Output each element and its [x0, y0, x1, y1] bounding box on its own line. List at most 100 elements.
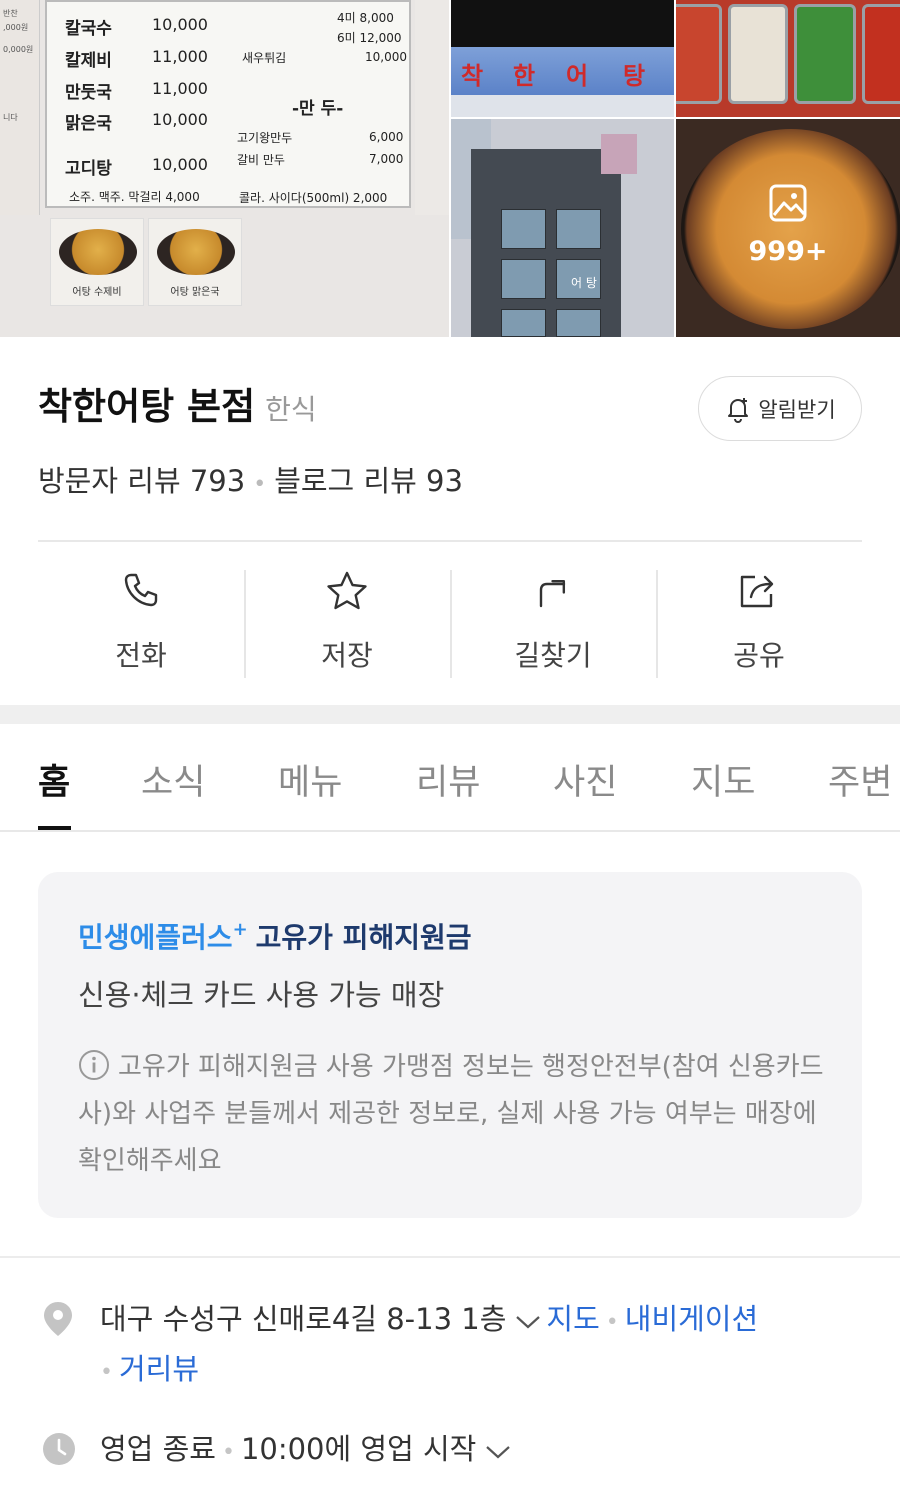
pot-caption: 어탕 맑은국 [170, 287, 220, 298]
menu-item-price: 11,000 [152, 47, 208, 66]
image-icon [769, 184, 807, 222]
map-link[interactable]: 지도 [546, 1302, 599, 1336]
side-dish-salad [728, 4, 788, 104]
menu-board: 칼국수 10,000 칼제비 11,000 만둣국 11,000 맑은국 10,… [45, 0, 411, 208]
photo-count-badge[interactable]: 999+ [740, 236, 836, 267]
menu-item-name: 고디탕 [65, 159, 112, 179]
side-dish-red [862, 4, 900, 104]
sign-char: 착 [461, 62, 484, 90]
tab-reviews[interactable]: 리뷰 [416, 754, 480, 805]
side-dish-kimchi [676, 4, 722, 104]
menu-item-name: 칼제비 [65, 51, 112, 71]
tab-bar: 홈 소식 메뉴 리뷰 사진 지도 주변 [0, 724, 900, 832]
tab-news[interactable]: 소식 [141, 754, 205, 805]
chevron-down-icon[interactable] [514, 1313, 542, 1331]
navigation-link[interactable]: 내비게이션 [625, 1302, 758, 1336]
bell-plus-icon [728, 397, 749, 423]
gallery-photo-menu[interactable]: 반찬 ,000원 0,000원 니다 칼국수 10,000 칼제비 11,000… [0, 0, 449, 337]
storefront-window [451, 95, 674, 117]
promo-fund-title: 고유가 피해지원금 [255, 921, 472, 954]
street-view-link[interactable]: 거리뷰 [119, 1352, 199, 1386]
tab-map[interactable]: 지도 [691, 754, 755, 805]
address-text[interactable]: 대구 수성구 신매로4길 8-13 1층 [100, 1302, 506, 1336]
alert-button-label: 알림받기 [758, 397, 836, 422]
menu-dumpling-name: 갈비 만두 [237, 153, 285, 167]
promo-title: 민생에플러스+ 고유가 피해지원금 [78, 916, 472, 956]
menu-side-poster: 반찬 ,000원 0,000원 니다 [0, 0, 40, 215]
star-icon [327, 571, 367, 610]
location-pin-icon [44, 1302, 72, 1336]
hours-row[interactable]: 영업 종료 • 10:00에 영업 시작 [100, 1426, 516, 1468]
sign-char: 탕 [623, 62, 646, 90]
alert-button[interactable]: 알림받기 [698, 376, 862, 441]
tab-home[interactable]: 홈 [38, 754, 70, 805]
menu-item-price: 11,000 [152, 79, 208, 98]
tab-nearby[interactable]: 주변 [828, 754, 892, 805]
menu-fried-shrimp-price: 10,000 [365, 50, 407, 64]
menu-dumpling-price: 6,000 [369, 130, 404, 144]
promo-brand: 민생에플러스 [78, 921, 233, 954]
directions-button[interactable]: 길찾기 [450, 570, 656, 678]
review-summary: 방문자 리뷰 793 • 블로그 리뷰 93 [38, 458, 463, 500]
section-gap [0, 705, 900, 724]
menu-item-price: 10,000 [152, 110, 208, 129]
info-icon [79, 1050, 109, 1080]
building-facade [471, 149, 621, 337]
gallery-photo-side-dishes[interactable] [676, 0, 900, 117]
directions-label: 길찾기 [514, 639, 592, 672]
divider [0, 1256, 900, 1258]
separator-dot: • [100, 1360, 113, 1385]
plus-icon: + [232, 919, 248, 940]
gallery-photo-stew[interactable] [676, 119, 900, 337]
menu-item-name: 맑은국 [65, 114, 112, 134]
gallery-photo-building[interactable]: 어 탕 [451, 119, 674, 337]
gallery-photo-storefront[interactable]: 착 한 어 탕 [451, 0, 674, 117]
place-title: 착한어탕 본점 한식 [38, 376, 317, 430]
tab-menu[interactable]: 메뉴 [278, 754, 342, 805]
save-button[interactable]: 저장 [244, 570, 450, 678]
menu-dumpling-name: 고기왕만두 [237, 131, 293, 145]
menu-pot-photo: 어탕 수제비 [50, 218, 144, 306]
menu-drinks: 소주. 맥주. 막걸리 4,000 [69, 190, 200, 204]
share-button[interactable]: 공유 [656, 570, 862, 678]
separator-dot: • [605, 1310, 619, 1335]
tab-photos[interactable]: 사진 [553, 754, 617, 805]
blurred-sign [601, 134, 637, 174]
place-category: 한식 [265, 393, 317, 426]
menu-item-name: 칼국수 [65, 19, 112, 39]
separator-dot: • [221, 1440, 235, 1465]
menu-item-price: 10,000 [152, 155, 208, 174]
separator-dot: • [253, 472, 267, 497]
share-label: 공유 [733, 639, 785, 672]
building-sign-label: 어 탕 [571, 276, 597, 290]
place-name: 착한어탕 본점 [38, 385, 256, 428]
action-bar: 전화 저장 길찾기 공유 [38, 570, 862, 678]
menu-soda: 콜라. 사이다(500ml) 2,000 [239, 191, 388, 205]
menu-fried-price: 6미 12,000 [337, 31, 402, 45]
active-tab-indicator [38, 826, 71, 830]
save-label: 저장 [321, 639, 373, 672]
visitor-reviews-link[interactable]: 방문자 리뷰 793 [38, 464, 245, 498]
menu-dumpling-header: -만 두- [292, 99, 344, 119]
menu-side-photo [415, 0, 449, 215]
phone-icon [124, 573, 158, 607]
chevron-down-icon[interactable] [484, 1443, 512, 1461]
promo-subtitle: 신용·체크 카드 사용 가능 매장 [78, 978, 445, 1012]
menu-fried-price: 4미 8,000 [337, 11, 394, 25]
directions-icon [539, 579, 566, 608]
share-icon [740, 575, 774, 608]
menu-pot-photo: 어탕 맑은국 [148, 218, 242, 306]
call-button[interactable]: 전화 [38, 570, 244, 678]
photo-gallery[interactable]: 반찬 ,000원 0,000원 니다 칼국수 10,000 칼제비 11,000… [0, 0, 900, 337]
stew-bowl [681, 129, 900, 329]
menu-item-name: 만둣국 [65, 83, 112, 103]
divider [38, 540, 862, 542]
pot-caption: 어탕 수제비 [72, 287, 122, 298]
hours-status: 영업 종료 [100, 1432, 216, 1466]
promo-note: 고유가 피해지원금 사용 가맹점 정보는 행정안전부(참여 신용카드사)와 사업… [78, 1044, 828, 1185]
promo-note-text: 고유가 피해지원금 사용 가맹점 정보는 행정안전부(참여 신용카드사)와 사업… [78, 1052, 824, 1176]
support-fund-card[interactable]: 민생에플러스+ 고유가 피해지원금 신용·체크 카드 사용 가능 매장 고유가 피… [38, 872, 862, 1218]
blog-reviews-link[interactable]: 블로그 리뷰 93 [274, 464, 463, 498]
clock-icon [43, 1433, 75, 1465]
sign-char: 한 [513, 62, 536, 90]
